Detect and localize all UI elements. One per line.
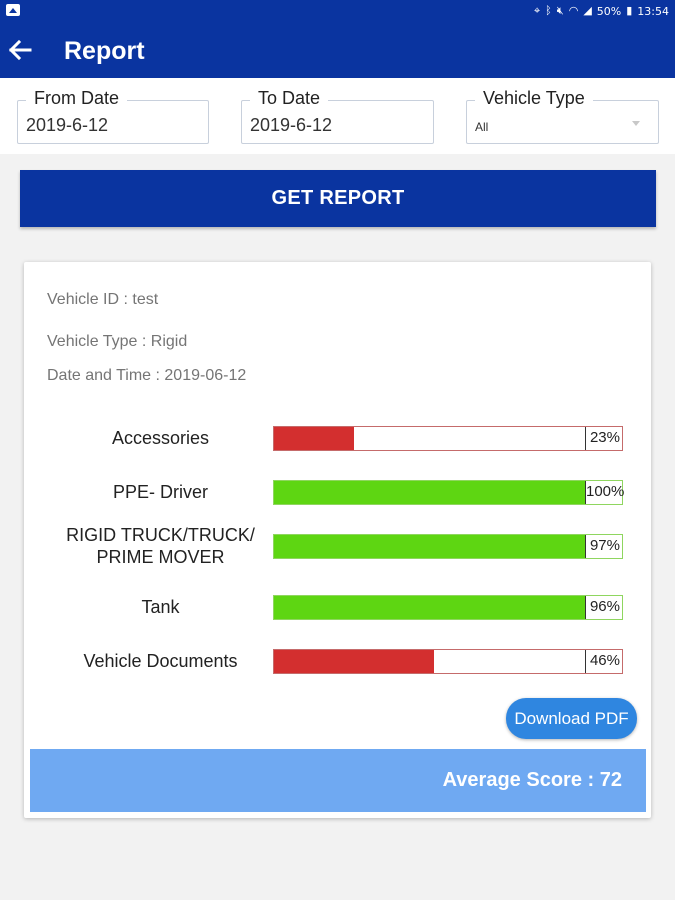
to-date-value: 2019-6-12 (250, 115, 333, 135)
report-card: Vehicle ID : test Vehicle Type : Rigid D… (24, 262, 651, 818)
back-button[interactable] (4, 34, 36, 66)
battery-icon: ▮ (626, 4, 633, 17)
wifi-icon: ◠ (568, 4, 579, 17)
vehicle-type-info-label: Vehicle Type : (47, 333, 147, 350)
vehicle-id-label: Vehicle ID : (47, 291, 128, 308)
score-progress-bar: 97% (273, 534, 623, 559)
mute-icon: 🔇︎ (556, 4, 564, 17)
bluetooth-icon: ᛒ (545, 4, 552, 17)
score-percent: 96% (585, 596, 622, 619)
vehicle-type-line: Vehicle Type : Rigid (47, 332, 187, 352)
score-row-label: Accessories (111, 428, 210, 448)
from-date-field[interactable]: From Date 2019-6-12 (17, 88, 209, 144)
score-progress-fill (274, 650, 435, 673)
score-progress-bar: 46% (273, 649, 623, 674)
from-date-value: 2019-6-12 (26, 115, 109, 135)
datetime-line: Date and Time : 2019-06-12 (47, 366, 246, 386)
to-date-field[interactable]: To Date 2019-6-12 (241, 88, 434, 144)
score-progress-bar: 100% (273, 480, 624, 505)
average-score-label: Average Score (442, 769, 582, 791)
score-percent: 23% (585, 427, 622, 450)
datetime-value: 2019-06-12 (164, 367, 247, 384)
battery-text: 50% (596, 4, 622, 18)
average-score-value: 72 (599, 769, 622, 791)
status-icons: ⌖ ᛒ 🔇︎ ◠ ◢ 50% ▮ 13:54 (534, 3, 669, 19)
score-percent: 46% (585, 650, 622, 673)
filter-panel: From Date 2019-6-12 To Date 2019-6-12 Ve… (0, 78, 675, 154)
score-row-label: Tank (141, 597, 180, 617)
vehicle-type-label: Vehicle Type (475, 88, 593, 108)
to-date-label: To Date (250, 88, 329, 108)
vehicle-type-info-value: Rigid (150, 333, 188, 350)
get-report-button[interactable]: GET REPORT (20, 170, 656, 227)
score-percent: 97% (585, 535, 622, 558)
average-score-separator: : (587, 769, 595, 791)
score-row-label: Vehicle Documents (83, 651, 238, 671)
from-date-label: From Date (26, 88, 128, 108)
datetime-label: Date and Time : (47, 367, 160, 384)
clock-text: 13:54 (637, 4, 669, 18)
score-progress-fill (274, 535, 612, 558)
score-percent: 100% (585, 481, 624, 504)
average-score-bar: Average Score : 72 (30, 749, 646, 812)
gallery-notification-icon (6, 4, 20, 16)
score-progress-bar: 23% (273, 426, 623, 451)
arrow-left-icon (8, 39, 32, 61)
signal-icon: ◢ (583, 4, 592, 17)
status-bar: ⌖ ᛒ 🔇︎ ◠ ◢ 50% ▮ 13:54 (0, 0, 675, 22)
dropdown-caret-icon (632, 121, 640, 126)
score-progress-bar: 96% (273, 595, 623, 620)
app-bar: Report (0, 22, 675, 78)
score-row-label: PPE- Driver (112, 482, 208, 502)
score-row-label: RIGID TRUCK/TRUCK/ PRIME MOVER (66, 525, 255, 567)
vehicle-type-select[interactable]: Vehicle Type All (466, 88, 659, 144)
page-title: Report (64, 37, 145, 65)
score-progress-fill (274, 596, 609, 619)
vehicle-type-value: All (475, 120, 489, 134)
score-progress-fill (274, 481, 622, 504)
download-pdf-button[interactable]: Download PDF (506, 698, 637, 739)
location-icon: ⌖ (533, 4, 541, 17)
vehicle-id-value: test (132, 291, 159, 308)
score-progress-fill (274, 427, 355, 450)
vehicle-id-line: Vehicle ID : test (47, 290, 158, 310)
